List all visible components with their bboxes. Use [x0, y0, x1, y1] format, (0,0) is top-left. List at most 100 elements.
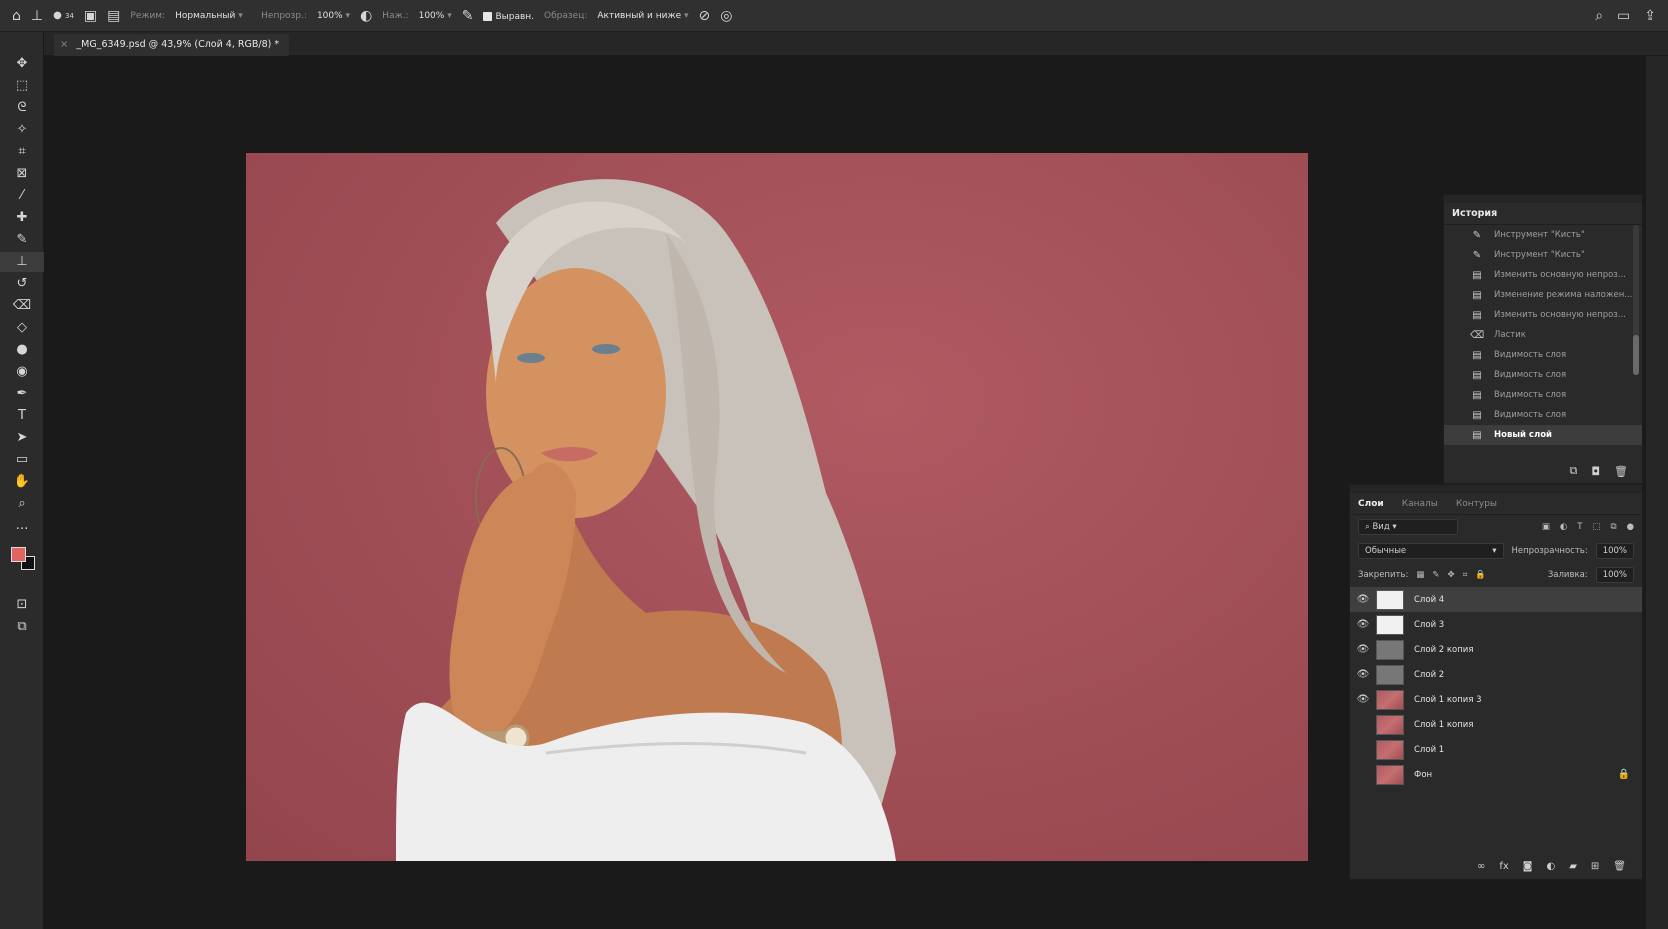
- layer-row[interactable]: Слой 1: [1350, 737, 1642, 762]
- layer-name[interactable]: Слой 1: [1414, 745, 1444, 755]
- quick-selection-tool-icon[interactable]: ✧: [0, 120, 44, 140]
- layer-opacity-field[interactable]: 100%: [1595, 543, 1634, 559]
- sample-dropdown[interactable]: Активный и ниже: [597, 11, 688, 21]
- paint-bucket-tool-icon[interactable]: ◇: [0, 318, 44, 338]
- history-item[interactable]: ⌫ Ластик: [1444, 325, 1642, 345]
- history-item[interactable]: ▤ Видимость слоя: [1444, 405, 1642, 425]
- lock-position-icon[interactable]: ✥: [1447, 570, 1454, 580]
- layer-row[interactable]: 👁 Слой 1 копия 3: [1350, 687, 1642, 712]
- filter-smart-object-icon[interactable]: ⧉: [1611, 522, 1617, 532]
- history-item[interactable]: ✎ Инструмент "Кисть": [1444, 245, 1642, 265]
- layer-name[interactable]: Фон: [1414, 770, 1432, 780]
- layer-row[interactable]: 👁 Слой 2 копия: [1350, 637, 1642, 662]
- path-selection-tool-icon[interactable]: ➤: [0, 428, 44, 448]
- add-mask-icon[interactable]: ◙: [1523, 861, 1533, 872]
- screen-mode-icon[interactable]: ⧉: [0, 617, 44, 637]
- fx-icon[interactable]: fx: [1499, 861, 1508, 872]
- zoom-tool-icon[interactable]: ⌕: [0, 494, 44, 514]
- marquee-tool-icon[interactable]: ⬚: [0, 76, 44, 96]
- history-item[interactable]: ▤ Изменить основную непроз...: [1444, 265, 1642, 285]
- layer-row[interactable]: 👁 Слой 3: [1350, 612, 1642, 637]
- lock-artboard-icon[interactable]: ⌗: [1463, 570, 1468, 580]
- type-tool-icon[interactable]: T: [0, 406, 44, 426]
- foreground-color-swatch[interactable]: [11, 547, 26, 562]
- history-brush-tool-icon[interactable]: ↺: [0, 274, 44, 294]
- move-tool-icon[interactable]: ✥: [0, 54, 44, 74]
- filter-adjustment-icon[interactable]: ◐: [1560, 522, 1567, 532]
- link-layers-icon[interactable]: ∞: [1477, 861, 1485, 872]
- eye-icon[interactable]: 👁: [1350, 644, 1376, 655]
- history-item[interactable]: ▤ Видимость слоя: [1444, 345, 1642, 365]
- eye-icon[interactable]: 👁: [1350, 619, 1376, 630]
- filter-toggle-icon[interactable]: ●: [1627, 522, 1634, 532]
- lock-transparent-icon[interactable]: ▦: [1416, 570, 1424, 580]
- mode-dropdown[interactable]: Нормальный: [175, 11, 251, 21]
- eraser-tool-icon[interactable]: ⌫: [0, 296, 44, 316]
- clone-source-icon[interactable]: ▤: [107, 9, 120, 23]
- layer-name[interactable]: Слой 2 копия: [1414, 645, 1473, 655]
- clone-stamp-tool-icon[interactable]: ⊥: [31, 9, 43, 23]
- tab-channels[interactable]: Каналы: [1402, 499, 1438, 509]
- eye-icon[interactable]: 👁: [1350, 694, 1376, 705]
- history-scrollbar[interactable]: [1633, 225, 1639, 375]
- search-icon[interactable]: ⌕: [1595, 9, 1603, 23]
- dodge-tool-icon[interactable]: ◉: [0, 362, 44, 382]
- filter-shape-icon[interactable]: ⬚: [1592, 522, 1600, 532]
- eyedropper-tool-icon[interactable]: ⁄: [0, 186, 44, 206]
- history-item[interactable]: ▤ Видимость слоя: [1444, 385, 1642, 405]
- more-tools-icon[interactable]: …: [0, 516, 44, 536]
- fill-field[interactable]: 100%: [1595, 567, 1634, 583]
- blur-tool-icon[interactable]: ●: [0, 340, 44, 360]
- brush-tool-icon[interactable]: ✎: [0, 230, 44, 250]
- history-item[interactable]: ✎ Инструмент "Кисть": [1444, 225, 1642, 245]
- tab-paths[interactable]: Контуры: [1456, 499, 1497, 509]
- rectangle-tool-icon[interactable]: ▭: [0, 450, 44, 470]
- airbrush-icon[interactable]: ✎: [462, 9, 474, 23]
- layer-name[interactable]: Слой 1 копия: [1414, 720, 1473, 730]
- close-icon[interactable]: ×: [60, 34, 68, 56]
- history-item[interactable]: ▤ Видимость слоя: [1444, 365, 1642, 385]
- lock-all-icon[interactable]: 🔒: [1475, 570, 1486, 580]
- pressure-opacity-icon[interactable]: ◐: [360, 9, 372, 23]
- lasso-tool-icon[interactable]: ᘓ: [0, 98, 44, 118]
- panel-grip[interactable]: [1444, 195, 1642, 203]
- group-folder-icon[interactable]: ▰: [1569, 861, 1577, 872]
- layer-filter-dropdown[interactable]: ⌕ Вид ▾: [1358, 519, 1458, 535]
- layer-row[interactable]: 👁 Слой 4: [1350, 587, 1642, 612]
- snapshot-icon[interactable]: ◘: [1591, 465, 1600, 478]
- trash-icon[interactable]: 🗑: [1614, 465, 1628, 478]
- filter-pixel-icon[interactable]: ▣: [1542, 522, 1550, 532]
- clone-stamp-tool-icon[interactable]: ⊥: [0, 252, 44, 272]
- hand-tool-icon[interactable]: ✋: [0, 472, 44, 492]
- home-icon[interactable]: ⌂: [12, 9, 21, 23]
- aligned-checkbox[interactable]: Выравн.: [483, 9, 534, 22]
- history-item[interactable]: ▤ Изменить основную непроз...: [1444, 305, 1642, 325]
- pressure-size-icon[interactable]: ◎: [720, 9, 732, 23]
- color-swatches[interactable]: [0, 544, 44, 578]
- history-item[interactable]: ▤ Новый слой: [1444, 425, 1642, 445]
- workspace-icon[interactable]: ▭: [1617, 9, 1630, 23]
- adjustment-layer-icon[interactable]: ◐: [1546, 861, 1555, 872]
- pressure-field[interactable]: 100%: [419, 11, 452, 21]
- layer-name[interactable]: Слой 2: [1414, 670, 1444, 680]
- history-panel-title[interactable]: История: [1444, 203, 1642, 225]
- panel-grip[interactable]: [1350, 485, 1642, 493]
- eye-icon[interactable]: 👁: [1350, 594, 1376, 605]
- lock-image-icon[interactable]: ✎: [1432, 570, 1439, 580]
- new-layer-icon[interactable]: ⊞: [1591, 861, 1599, 872]
- frame-tool-icon[interactable]: ⊠: [0, 164, 44, 184]
- layer-row[interactable]: Фон 🔒: [1350, 762, 1642, 787]
- layer-name[interactable]: Слой 3: [1414, 620, 1444, 630]
- layer-name[interactable]: Слой 4: [1414, 595, 1444, 605]
- share-icon[interactable]: ⇪: [1644, 9, 1656, 23]
- new-document-from-state-icon[interactable]: ⧉: [1569, 464, 1577, 478]
- brush-preset-picker[interactable]: ● 34: [53, 10, 74, 21]
- opacity-field[interactable]: 100%: [317, 11, 350, 21]
- ignore-adjustment-icon[interactable]: ⊘: [699, 9, 711, 23]
- layer-name[interactable]: Слой 1 копия 3: [1414, 695, 1482, 705]
- eye-icon[interactable]: 👁: [1350, 669, 1376, 680]
- blend-mode-dropdown[interactable]: Обычные ▾: [1358, 543, 1504, 559]
- brush-settings-icon[interactable]: ▣: [84, 9, 97, 23]
- document-tab[interactable]: × _MG_6349.psd @ 43,9% (Слой 4, RGB/8) *: [54, 34, 290, 56]
- trash-icon[interactable]: 🗑: [1613, 861, 1626, 872]
